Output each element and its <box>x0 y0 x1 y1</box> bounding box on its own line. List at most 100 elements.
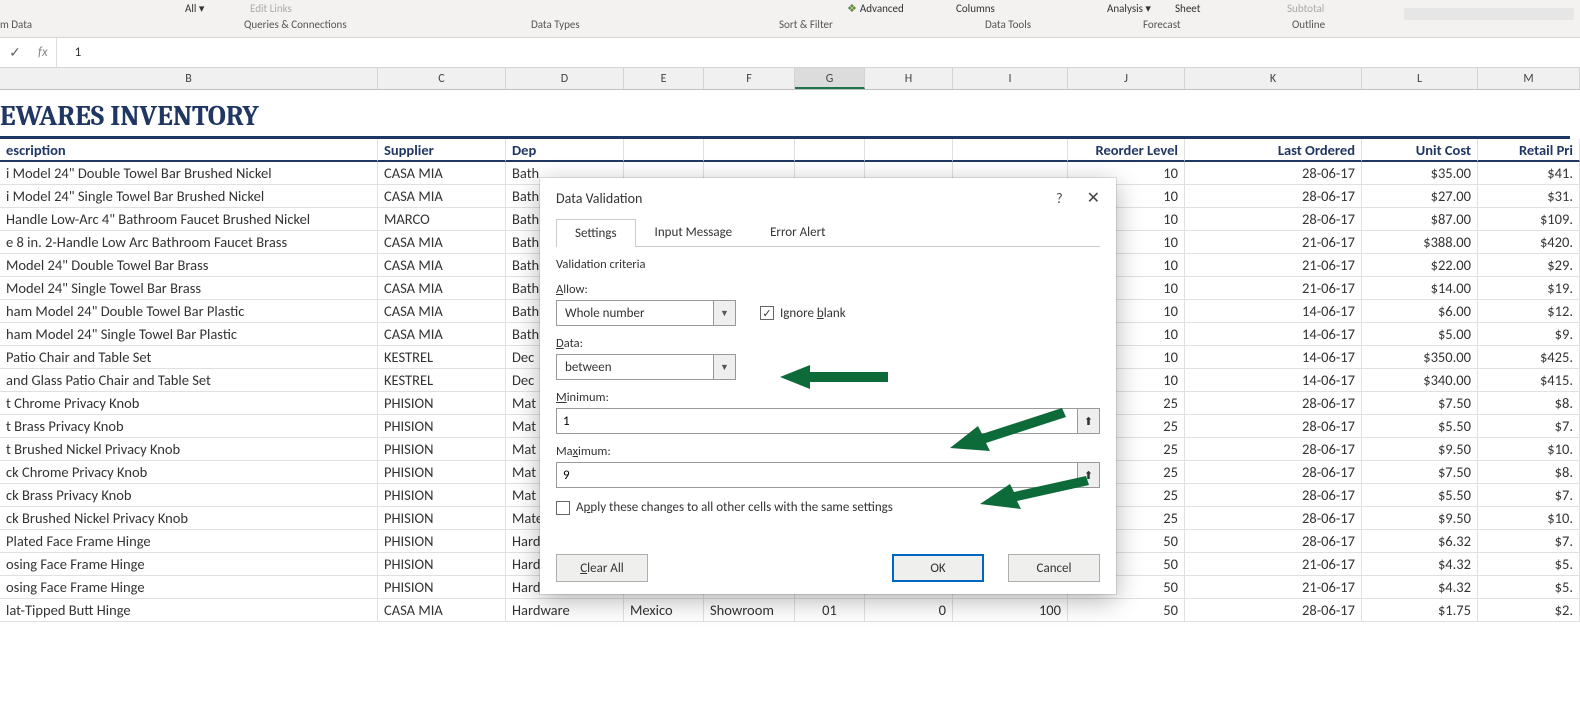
column-header-E[interactable]: E <box>624 68 704 89</box>
table-cell[interactable]: $27.00 <box>1362 185 1478 208</box>
column-header-M[interactable]: M <box>1478 68 1580 89</box>
table-cell[interactable]: ck Chrome Privacy Knob <box>0 461 378 484</box>
table-cell[interactable]: $10. <box>1478 438 1580 461</box>
table-cell[interactable]: PHISION <box>378 415 506 438</box>
tab-input-message[interactable]: Input Message <box>636 218 752 246</box>
table-cell[interactable]: e 8 in. 2-Handle Low Arc Bathroom Faucet… <box>0 231 378 254</box>
column-header-B[interactable]: B <box>0 68 378 89</box>
table-cell[interactable]: 21-06-17 <box>1185 231 1362 254</box>
table-cell[interactable]: $5.50 <box>1362 484 1478 507</box>
ignore-blank-checkbox[interactable]: ✓ Ignore blank <box>760 306 846 321</box>
table-cell[interactable]: $4.32 <box>1362 576 1478 599</box>
table-cell[interactable]: PHISION <box>378 392 506 415</box>
table-cell[interactable]: t Brushed Nickel Privacy Knob <box>0 438 378 461</box>
ribbon-analysis[interactable]: Analysis ▾ <box>1107 2 1151 15</box>
table-cell[interactable]: Mexico <box>624 599 704 622</box>
tab-error-alert[interactable]: Error Alert <box>751 218 844 246</box>
dialog-close-icon[interactable]: ✕ <box>1087 188 1100 208</box>
table-cell[interactable]: 28-06-17 <box>1185 484 1362 507</box>
allow-combo[interactable]: Whole number ▼ <box>556 300 736 326</box>
table-cell[interactable]: $388.00 <box>1362 231 1478 254</box>
table-cell[interactable]: Hardware <box>506 599 624 622</box>
table-cell[interactable]: 21-06-17 <box>1185 576 1362 599</box>
range-picker-icon[interactable]: ⬆ <box>1078 408 1100 434</box>
table-cell[interactable]: $22.00 <box>1362 254 1478 277</box>
table-cell[interactable]: $5. <box>1478 576 1580 599</box>
table-cell[interactable]: CASA MIA <box>378 231 506 254</box>
table-cell[interactable]: $7.50 <box>1362 461 1478 484</box>
table-cell[interactable]: Model 24" Double Towel Bar Brass <box>0 254 378 277</box>
column-header-I[interactable]: I <box>953 68 1068 89</box>
table-cell[interactable]: $9.50 <box>1362 507 1478 530</box>
table-cell[interactable]: osing Face Frame Hinge <box>0 553 378 576</box>
table-cell[interactable]: 100 <box>953 599 1068 622</box>
table-cell[interactable]: PHISION <box>378 438 506 461</box>
table-header[interactable] <box>704 139 795 162</box>
clear-all-button[interactable]: Clear All <box>556 554 648 582</box>
table-cell[interactable]: PHISION <box>378 507 506 530</box>
table-cell[interactable]: CASA MIA <box>378 185 506 208</box>
table-cell[interactable]: $7.50 <box>1362 392 1478 415</box>
table-cell[interactable]: $10. <box>1478 507 1580 530</box>
table-header[interactable]: Supplier <box>378 139 506 162</box>
table-cell[interactable]: and Glass Patio Chair and Table Set <box>0 369 378 392</box>
table-cell[interactable]: 28-06-17 <box>1185 507 1362 530</box>
table-row[interactable]: lat-Tipped Butt HingeCASA MIAHardwareMex… <box>0 599 1580 622</box>
table-cell[interactable]: lat-Tipped Butt Hinge <box>0 599 378 622</box>
table-cell[interactable]: $31. <box>1478 185 1580 208</box>
table-cell[interactable]: $6.00 <box>1362 300 1478 323</box>
table-cell[interactable]: $415. <box>1478 369 1580 392</box>
table-cell[interactable]: $350.00 <box>1362 346 1478 369</box>
table-cell[interactable]: CASA MIA <box>378 323 506 346</box>
table-cell[interactable]: CASA MIA <box>378 599 506 622</box>
table-cell[interactable]: Handle Low-Arc 4" Bathroom Faucet Brushe… <box>0 208 378 231</box>
table-header[interactable]: Unit Cost <box>1362 139 1478 162</box>
table-cell[interactable]: 28-06-17 <box>1185 415 1362 438</box>
table-cell[interactable]: $9. <box>1478 323 1580 346</box>
data-combo[interactable]: between ▼ <box>556 354 736 380</box>
table-cell[interactable]: 28-06-17 <box>1185 438 1362 461</box>
column-header-H[interactable]: H <box>865 68 953 89</box>
table-cell[interactable]: $2. <box>1478 599 1580 622</box>
table-cell[interactable]: $1.75 <box>1362 599 1478 622</box>
table-cell[interactable]: CASA MIA <box>378 277 506 300</box>
table-cell[interactable]: 01 <box>795 599 865 622</box>
table-cell[interactable]: 28-06-17 <box>1185 530 1362 553</box>
table-header[interactable] <box>624 139 704 162</box>
table-cell[interactable]: $7. <box>1478 415 1580 438</box>
table-cell[interactable]: i Model 24" Single Towel Bar Brushed Nic… <box>0 185 378 208</box>
column-header-G[interactable]: G <box>795 68 865 89</box>
table-cell[interactable]: 28-06-17 <box>1185 392 1362 415</box>
formula-confirm-icon[interactable]: ✓ <box>0 44 30 61</box>
cancel-button[interactable]: Cancel <box>1008 554 1100 582</box>
table-cell[interactable]: PHISION <box>378 553 506 576</box>
column-header-D[interactable]: D <box>506 68 624 89</box>
chevron-down-icon[interactable]: ▼ <box>713 301 735 325</box>
table-cell[interactable]: t Chrome Privacy Knob <box>0 392 378 415</box>
table-cell[interactable]: CASA MIA <box>378 300 506 323</box>
table-cell[interactable]: $7. <box>1478 530 1580 553</box>
ribbon-all[interactable]: All ▾ <box>185 2 204 15</box>
table-cell[interactable]: $9.50 <box>1362 438 1478 461</box>
table-cell[interactable]: 50 <box>1068 599 1185 622</box>
tab-settings[interactable]: Settings <box>556 219 636 247</box>
table-cell[interactable]: 14-06-17 <box>1185 369 1362 392</box>
table-cell[interactable]: ham Model 24" Single Towel Bar Plastic <box>0 323 378 346</box>
table-header[interactable] <box>795 139 865 162</box>
table-cell[interactable]: $8. <box>1478 461 1580 484</box>
table-cell[interactable]: 14-06-17 <box>1185 300 1362 323</box>
table-cell[interactable]: 14-06-17 <box>1185 323 1362 346</box>
ribbon-advanced[interactable]: ❖Advanced <box>847 2 904 15</box>
table-header[interactable]: Dep <box>506 139 624 162</box>
table-header[interactable]: Reorder Level <box>1068 139 1185 162</box>
table-cell[interactable]: $5. <box>1478 553 1580 576</box>
table-cell[interactable]: $8. <box>1478 392 1580 415</box>
table-cell[interactable]: Model 24" Single Towel Bar Brass <box>0 277 378 300</box>
table-cell[interactable]: ham Model 24" Double Towel Bar Plastic <box>0 300 378 323</box>
table-header[interactable] <box>865 139 953 162</box>
table-cell[interactable]: KESTREL <box>378 369 506 392</box>
table-cell[interactable]: 28-06-17 <box>1185 162 1362 185</box>
table-header[interactable]: Retail Pri <box>1478 139 1580 162</box>
table-cell[interactable]: PHISION <box>378 484 506 507</box>
table-cell[interactable]: $5.00 <box>1362 323 1478 346</box>
